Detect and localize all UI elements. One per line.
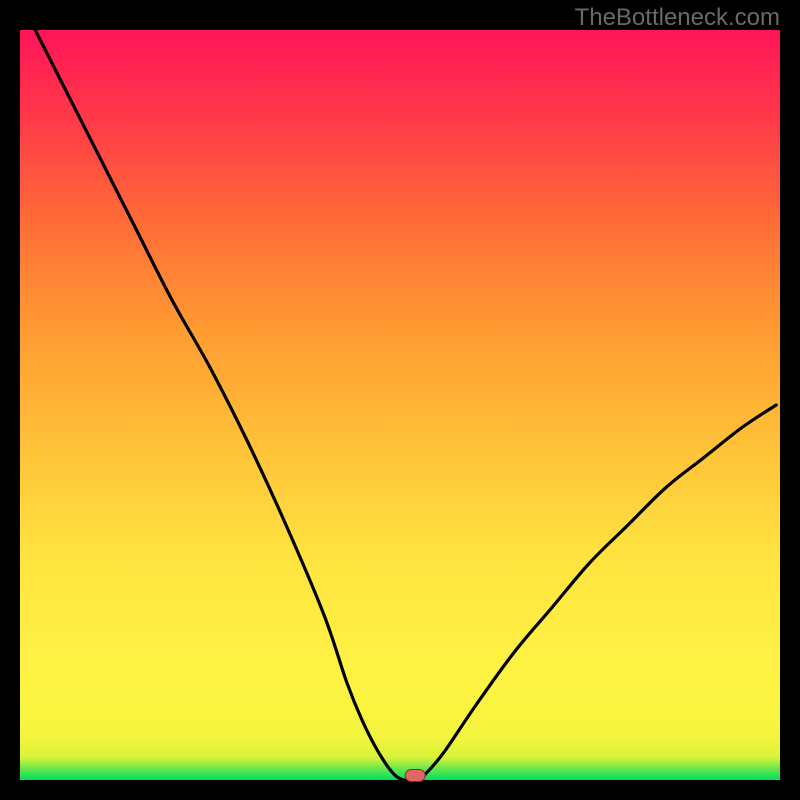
bottleneck-chart xyxy=(0,0,800,800)
optimal-point-marker xyxy=(405,770,425,782)
watermark-text: TheBottleneck.com xyxy=(575,4,780,32)
chart-container: { "watermark": "TheBottleneck.com", "cha… xyxy=(0,0,800,800)
gradient-background xyxy=(20,30,780,780)
